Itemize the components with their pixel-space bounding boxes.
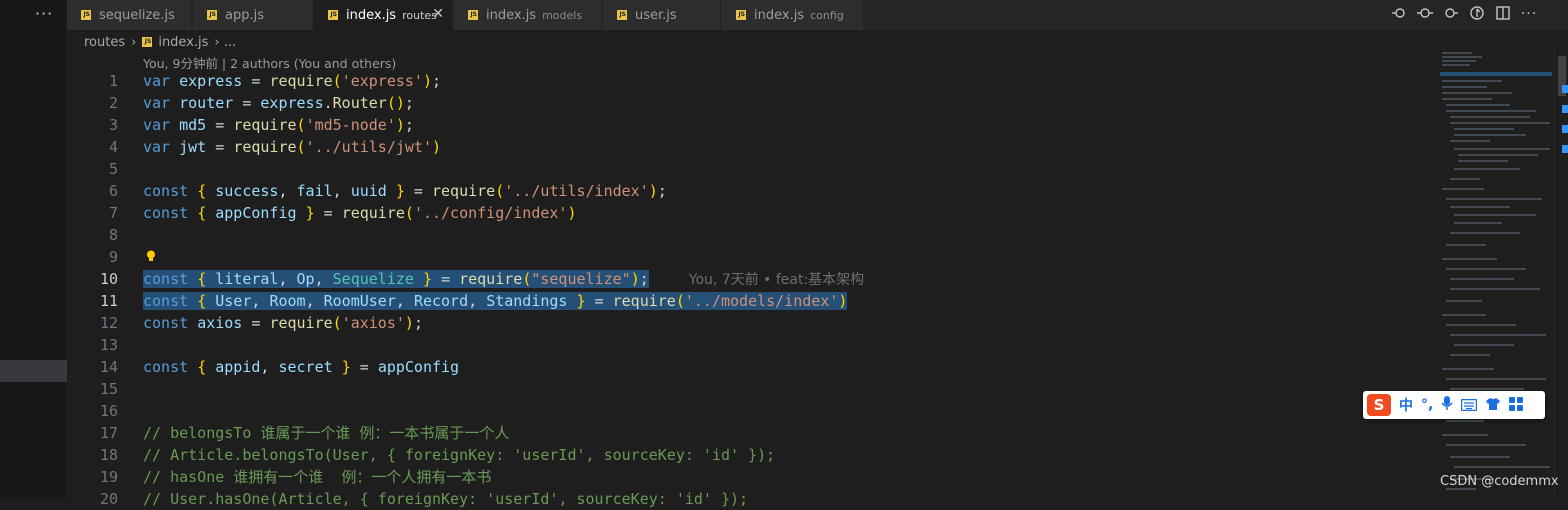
- more-editor-actions-icon[interactable]: ···: [1520, 6, 1538, 24]
- code-line: const { appConfig } = require('../config…: [143, 204, 577, 222]
- punctuation-icon[interactable]: °,: [1421, 397, 1433, 413]
- close-icon[interactable]: ✕: [432, 6, 444, 22]
- tab-index-js-routes[interactable]: JS index.js routes ✕: [314, 0, 453, 30]
- vertical-scrollbar[interactable]: [1554, 48, 1568, 499]
- code-comment-line: // hasOne 谁拥有一个谁 例：一个人拥有一本书: [143, 468, 492, 486]
- minimap-selection: [1440, 72, 1552, 76]
- tab-description: config: [810, 8, 844, 22]
- js-file-icon: JS: [207, 10, 217, 20]
- editor-tab-bar: JS sequelize.js JS app.js JS index.js ro…: [67, 0, 1568, 30]
- line-number-current: 11: [99, 292, 118, 310]
- code-comment-line: // Article.belongsTo(User, { foreignKey:…: [143, 446, 776, 464]
- activity-selection-indicator: [0, 360, 67, 382]
- breadcrumb-more[interactable]: › ...: [214, 35, 236, 50]
- keyboard-icon[interactable]: [1461, 396, 1478, 415]
- line-number: 18: [99, 446, 118, 464]
- activity-bar: ···: [0, 0, 67, 499]
- line-number: 20: [99, 490, 118, 508]
- lightbulb-icon[interactable]: [146, 247, 156, 261]
- split-editor-icon[interactable]: [1494, 6, 1512, 24]
- watermark-text: CSDN @codemmx: [1440, 474, 1559, 489]
- chevron-right-icon: ›: [131, 34, 137, 50]
- code-line: var jwt = require('../utils/jwt'): [143, 138, 442, 156]
- tab-label: sequelize.js: [99, 7, 175, 23]
- overview-ruler-mark: [1562, 145, 1568, 153]
- js-file-icon: JS: [328, 10, 338, 20]
- line-number: 7: [108, 204, 118, 222]
- breadcrumb-file[interactable]: index.js: [158, 35, 208, 50]
- js-file-icon: JS: [142, 37, 153, 47]
- tab-sequelize-js[interactable]: JS sequelize.js: [67, 0, 192, 30]
- tab-index-js-config[interactable]: JS index.js config: [722, 0, 864, 30]
- code-comment-line: // belongsTo 谁属于一个谁 例：一本书属于一个人: [143, 424, 510, 442]
- js-file-icon: JS: [468, 10, 478, 20]
- line-number: 12: [99, 314, 118, 332]
- sogou-logo-icon[interactable]: S: [1367, 394, 1391, 416]
- line-number: 9: [108, 248, 118, 266]
- tab-description: models: [542, 8, 583, 22]
- tab-label: user.js: [635, 7, 677, 23]
- tab-index-js-models[interactable]: JS index.js models: [454, 0, 602, 30]
- tab-label: index.js: [486, 7, 537, 23]
- line-number-current: 10: [99, 270, 118, 288]
- line-number: 8: [108, 226, 118, 244]
- skin-icon[interactable]: [1485, 396, 1501, 415]
- timeline-icon[interactable]: [1416, 6, 1434, 24]
- code-line: var md5 = require('md5-node');: [143, 116, 414, 134]
- tab-label: index.js: [754, 7, 805, 23]
- code-line: const { appid, secret } = appConfig: [143, 358, 460, 376]
- tab-label: app.js: [225, 7, 264, 23]
- line-number: 13: [99, 336, 118, 354]
- tab-user-js[interactable]: JS user.js: [603, 0, 721, 30]
- line-number-gutter: 1 2 3 4 5 6 7 8 9 10 11 12 13 14 15 16 1…: [70, 70, 118, 510]
- code-line-selected: const { User, Room, RoomUser, Record, St…: [143, 292, 848, 310]
- code-editor[interactable]: var express = require('express'); var ro…: [143, 70, 864, 510]
- line-number: 1: [108, 72, 118, 90]
- line-number: 4: [108, 138, 118, 156]
- js-file-icon: JS: [81, 10, 91, 20]
- editor-actions: ···: [1390, 6, 1538, 24]
- line-number: 5: [108, 160, 118, 178]
- ime-mode-label[interactable]: 中: [1399, 395, 1413, 415]
- tab-app-js[interactable]: JS app.js: [193, 0, 313, 30]
- go-back-icon[interactable]: [1390, 6, 1408, 24]
- overview-ruler-mark: [1562, 105, 1568, 113]
- breadcrumb: routes › JS index.js › ...: [84, 32, 236, 52]
- line-number: 19: [99, 468, 118, 486]
- line-number: 15: [99, 380, 118, 398]
- go-forward-icon[interactable]: [1442, 6, 1460, 24]
- line-number: 17: [99, 424, 118, 442]
- line-number: 3: [108, 116, 118, 134]
- overview-ruler-mark: [1562, 85, 1568, 93]
- more-actions-icon[interactable]: ···: [35, 4, 53, 23]
- overview-ruler-mark: [1562, 125, 1568, 133]
- js-file-icon: JS: [617, 10, 627, 20]
- code-comment-line: // User.hasOne(Article, { foreignKey: 'u…: [143, 490, 749, 508]
- code-line: var router = express.Router();: [143, 94, 414, 112]
- line-number: 16: [99, 402, 118, 420]
- js-file-icon: JS: [736, 10, 746, 20]
- git-compare-icon[interactable]: [1468, 6, 1486, 24]
- minimap[interactable]: [1440, 48, 1552, 499]
- git-blame-annotation: You, 7天前 • feat:基本架构: [688, 272, 865, 288]
- code-line-selected: const { literal, Op, Sequelize } = requi…: [143, 270, 865, 288]
- code-line: const { success, fail, uuid } = require(…: [143, 182, 667, 200]
- line-number: 6: [108, 182, 118, 200]
- line-number: 2: [108, 94, 118, 112]
- line-number: 14: [99, 358, 118, 376]
- toolbox-icon[interactable]: [1509, 396, 1524, 415]
- microphone-icon[interactable]: [1441, 395, 1453, 415]
- ime-toolbar[interactable]: S 中 °,: [1363, 391, 1545, 419]
- code-line: const axios = require('axios');: [143, 314, 423, 332]
- tab-label: index.js: [346, 7, 397, 23]
- code-line: var express = require('express');: [143, 72, 442, 90]
- breadcrumb-folder[interactable]: routes: [84, 35, 125, 50]
